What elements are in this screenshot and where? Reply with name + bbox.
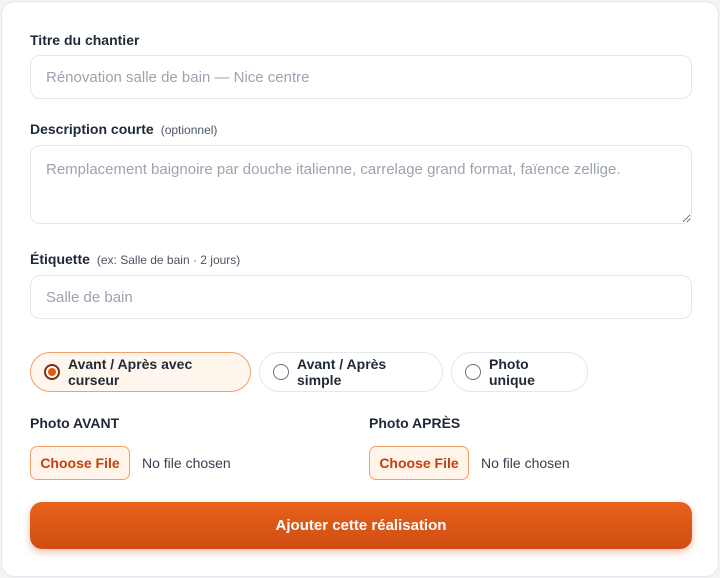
choose-file-label: Choose File [40, 455, 120, 471]
form-card: Titre du chantier Description courte (op… [1, 1, 719, 577]
tag-field-label-text: Étiquette [30, 251, 90, 267]
photo-after-label: Photo APRÈS [369, 415, 460, 431]
mode-option-slider[interactable]: Avant / Après avec curseur [30, 352, 251, 392]
mode-option-label: Avant / Après avec curseur [68, 356, 193, 388]
photo-after-choose-file-button[interactable]: Choose File [369, 446, 469, 480]
title-input[interactable] [30, 55, 692, 99]
mode-option-simple[interactable]: Avant / Après simple [259, 352, 443, 392]
choose-file-label: Choose File [379, 455, 459, 471]
title-field-label: Titre du chantier [30, 32, 139, 48]
description-field-hint: (optionnel) [160, 123, 218, 137]
photo-before-choose-file-button[interactable]: Choose File [30, 446, 130, 480]
photo-before-file-status: No file chosen [142, 455, 231, 471]
photo-before-label-text: Photo AVANT [30, 415, 120, 431]
radio-selected-icon [44, 364, 60, 380]
photo-after-file-status: No file chosen [481, 455, 570, 471]
tag-field-hint: (ex: Salle de bain · 2 jours) [96, 253, 241, 267]
photo-after-label-text: Photo APRÈS [369, 415, 461, 431]
mode-option-label: Avant / Après simple [297, 356, 387, 388]
mode-option-single-photo[interactable]: Photo unique [451, 352, 588, 392]
title-field-label-text: Titre du chantier [30, 32, 140, 48]
mode-option-label: Photo unique [489, 356, 535, 388]
add-realisation-button-label: Ajouter cette réalisation [275, 517, 447, 534]
description-field-label: Description courte (optionnel) [30, 121, 217, 137]
radio-unselected-icon [273, 364, 289, 380]
add-realisation-button[interactable]: Ajouter cette réalisation [30, 502, 692, 549]
radio-unselected-icon [465, 364, 481, 380]
description-field-label-text: Description courte [30, 121, 154, 137]
tag-input[interactable] [30, 275, 692, 319]
tag-field-label: Étiquette (ex: Salle de bain · 2 jours) [30, 251, 240, 267]
description-textarea[interactable] [30, 145, 692, 224]
photo-before-label: Photo AVANT [30, 415, 119, 431]
